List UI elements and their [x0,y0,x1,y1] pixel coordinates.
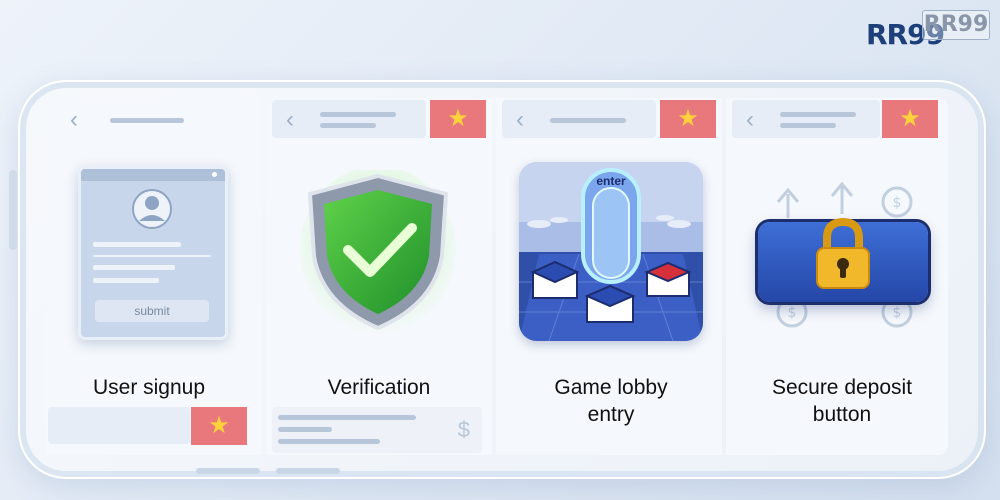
step-title-verification: Verification [327,376,431,399]
vietnam-flag-icon: ★ [882,100,938,138]
back-chevron-icon[interactable]: ‹ [746,108,754,132]
submit-button[interactable]: submit [95,300,209,322]
placeholder-line [320,123,376,128]
svg-text:$: $ [788,305,797,321]
back-chevron-icon[interactable]: ‹ [286,108,294,132]
step-title-lobby: Game lobby entry [554,376,668,426]
placeholder-card: $ [272,407,482,453]
panel-top-bar: ‹ [732,100,880,138]
svg-text:$: $ [893,305,902,321]
phone-home-indicator [276,468,340,474]
phone-side-button [9,170,17,250]
placeholder-line [278,415,416,420]
placeholder-bar [48,407,190,444]
window-header [81,169,225,181]
panel-top-bar: ‹ [52,100,256,138]
placeholder-line [320,112,396,117]
enter-label: enter [596,174,626,188]
dollar-icon: $ [457,417,470,442]
shield-check-icon [300,170,456,334]
vietnam-flag-icon: ★ [191,407,247,445]
lobby-scene [519,162,703,341]
avatar-icon [93,189,211,283]
lobby-portal-illustration: enter [519,162,703,341]
brand-logo-watermark: RR99 [922,10,990,40]
svg-text:$: $ [893,195,902,211]
vietnam-flag-icon: ★ [430,100,486,138]
placeholder-line [780,123,836,128]
signup-form-card: submit [78,166,228,340]
back-chevron-icon[interactable]: ‹ [70,108,78,132]
step-title-signup: User signup [92,376,206,399]
step-title-deposit: Secure deposit button [771,376,913,426]
back-chevron-icon[interactable]: ‹ [516,108,524,132]
panel-top-bar: ‹ [272,100,426,138]
placeholder-line [278,427,332,432]
placeholder-line [278,439,380,444]
placeholder-line [550,118,626,123]
padlock-icon [816,217,870,289]
vietnam-flag-icon: ★ [660,100,716,138]
panel-top-bar: ‹ [502,100,656,138]
phone-home-indicator [196,468,260,474]
placeholder-line [110,118,184,123]
placeholder-line [780,112,856,117]
